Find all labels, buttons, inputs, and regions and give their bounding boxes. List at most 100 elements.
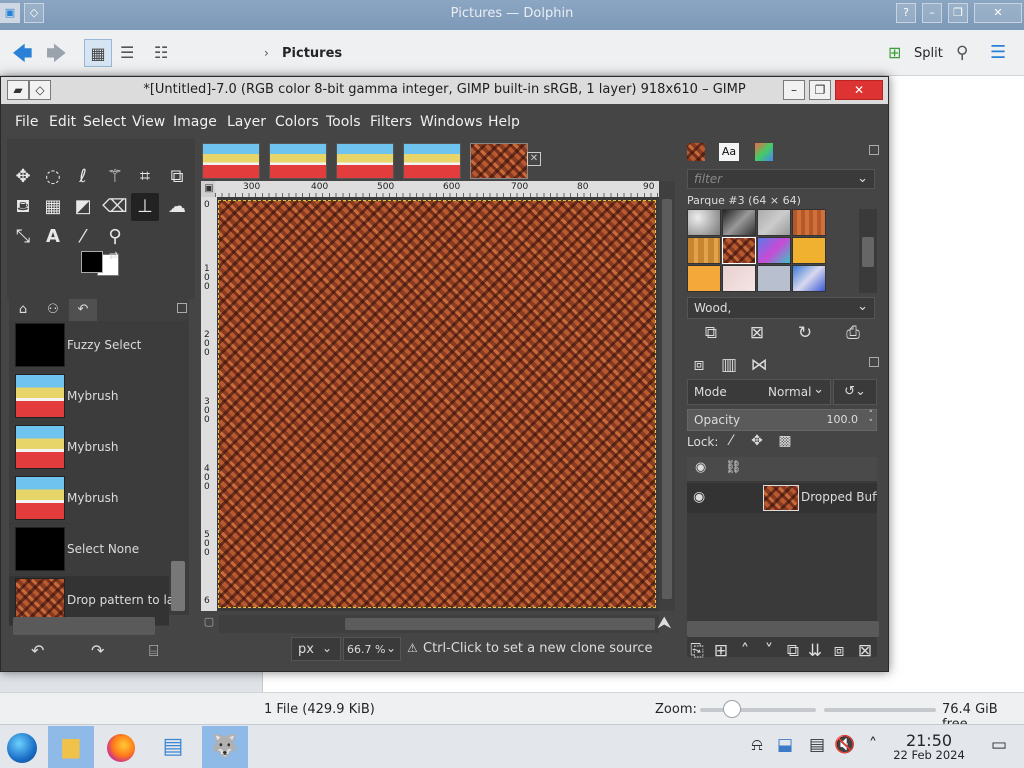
pattern-swatch[interactable] — [792, 209, 826, 236]
undo-item[interactable]: Mybrush — [9, 372, 169, 422]
layer-mask-icon[interactable]: ⧈ — [827, 641, 851, 661]
pattern-scrollbar[interactable] — [862, 237, 874, 267]
breadcrumb[interactable]: Pictures — [282, 46, 342, 61]
split-icon[interactable]: ⊞ — [888, 39, 901, 67]
raise-layer-icon[interactable]: ˄ — [733, 641, 757, 661]
help-icon[interactable]: ? — [896, 3, 916, 23]
quick-mask-icon[interactable]: ▢ — [201, 615, 217, 631]
eye-icon[interactable]: ◉ — [693, 489, 705, 505]
paintbrush-tool-icon[interactable]: ◩ — [69, 193, 97, 221]
undo-icon[interactable]: ↶ — [31, 641, 44, 660]
pattern-swatch-selected[interactable] — [722, 237, 756, 264]
start-menu-icon[interactable] — [0, 726, 46, 768]
pattern-swatch[interactable] — [687, 265, 721, 292]
minimize-icon[interactable]: – — [922, 3, 942, 23]
new-layer-group-icon[interactable]: ⊞ — [709, 641, 733, 661]
warp-transform-icon[interactable]: ⧉ — [163, 163, 191, 191]
search-icon[interactable]: ⚲ — [956, 39, 968, 67]
canvas-vscrollbar[interactable] — [662, 199, 672, 599]
pattern-edit-icon[interactable]: ⧉ — [699, 323, 723, 343]
pattern-swatch[interactable] — [792, 265, 826, 292]
zoom-select[interactable]: 66.7 % ⌄ — [343, 637, 401, 661]
dock-menu-icon[interactable] — [177, 303, 187, 313]
layer-mode-select[interactable]: Mode Normal ⌄ — [687, 379, 831, 405]
menu-filters[interactable]: Filters — [370, 114, 412, 130]
rect-select-tool-icon[interactable]: ◌ — [39, 163, 67, 191]
zoom-slider[interactable] — [700, 708, 816, 712]
clock-date[interactable]: 22 Feb 2024 — [888, 748, 970, 762]
volume-muted-icon[interactable]: 🔇 — [834, 735, 856, 755]
lower-layer-icon[interactable]: ˅ — [757, 641, 781, 661]
device-status-tab-icon[interactable]: ⚇ — [39, 299, 67, 321]
pattern-open-icon[interactable]: ⎙ — [841, 323, 865, 343]
image-tab-thumbnail[interactable] — [403, 143, 461, 179]
patterns-tab-icon[interactable] — [687, 143, 705, 161]
tool-options-tab-icon[interactable]: ⌂ — [9, 299, 37, 321]
lock-position-icon[interactable]: ✥ — [745, 433, 769, 449]
pattern-swatch[interactable] — [792, 237, 826, 264]
opacity-slider[interactable]: Opacity 100.0 ˄ ˅ — [687, 409, 877, 431]
menu-windows[interactable]: Windows — [420, 114, 483, 130]
pattern-swatch[interactable] — [722, 209, 756, 236]
image-canvas[interactable] — [218, 200, 656, 608]
canvas-hscrollbar[interactable] — [345, 618, 655, 630]
undo-item[interactable]: Fuzzy Select — [9, 321, 169, 371]
pattern-refresh-icon[interactable]: ↻ — [793, 323, 817, 343]
zoom-slider-handle[interactable] — [723, 700, 741, 718]
new-layer-icon[interactable]: ⎘ — [685, 641, 709, 661]
pattern-swatch[interactable] — [687, 209, 721, 236]
layer-mode-reset-icon[interactable]: ↺⌄ — [833, 379, 877, 405]
menu-help[interactable]: Help — [488, 114, 520, 130]
image-tab-thumbnail[interactable] — [269, 143, 327, 179]
duplicate-layer-icon[interactable]: ⧉ — [781, 641, 805, 661]
undo-item[interactable]: Mybrush — [9, 423, 169, 473]
undo-item[interactable]: Mybrush — [9, 474, 169, 524]
foreground-color-swatch[interactable] — [81, 251, 103, 273]
updates-icon[interactable]: ⬓ — [774, 735, 796, 755]
color-picker-tool-icon[interactable]: ⁄ — [69, 223, 97, 251]
hamburger-menu-icon[interactable]: ☰ — [990, 39, 1006, 67]
gradient-tool-icon[interactable]: ▦ — [39, 193, 67, 221]
zoom-tool-icon[interactable]: ⚲ — [101, 223, 129, 251]
redo-icon[interactable]: ↷ — [91, 641, 104, 660]
menu-colors[interactable]: Colors — [275, 114, 319, 130]
image-tab-active-thumbnail[interactable] — [470, 143, 528, 179]
layer-name[interactable]: Dropped Buffe — [801, 490, 877, 504]
layers-hscrollbar[interactable] — [687, 621, 879, 637]
lock-alpha-icon[interactable]: ▩ — [773, 433, 797, 449]
back-icon[interactable]: 🡄 — [12, 39, 33, 67]
show-hidden-tray-icon[interactable]: ˄ — [862, 735, 884, 755]
unit-select[interactable]: px ⌄ — [291, 637, 341, 661]
minimize-icon[interactable]: – — [783, 80, 805, 100]
undo-hscrollbar[interactable] — [13, 617, 155, 635]
paths-tool-icon[interactable]: ⤡ — [9, 223, 37, 251]
system-settings-task-icon[interactable]: ▤ — [150, 726, 196, 768]
canvas-area[interactable] — [217, 197, 659, 611]
image-tab-thumbnail[interactable] — [336, 143, 394, 179]
move-tool-icon[interactable]: ✥ — [9, 163, 37, 191]
menu-layer[interactable]: Layer — [227, 114, 266, 130]
lock-pixels-icon[interactable]: ⁄ — [719, 433, 743, 449]
close-icon[interactable]: ✕ — [835, 80, 883, 100]
gimp-task-icon[interactable]: 🐺 — [202, 726, 248, 768]
bucket-fill-tool-icon[interactable]: ⛾ — [9, 193, 37, 221]
fonts-tab-icon[interactable]: Aa — [719, 143, 739, 161]
menu-tools[interactable]: Tools — [326, 114, 361, 130]
close-icon[interactable]: ✕ — [974, 3, 1022, 23]
notifications-icon[interactable]: ⍾ — [746, 735, 768, 755]
undo-history-tab-icon[interactable]: ↶ — [69, 299, 97, 321]
pattern-swatch[interactable] — [757, 237, 791, 264]
clipboard-icon[interactable]: ▤ — [806, 735, 828, 755]
compact-view-icon[interactable]: ☰ — [120, 39, 134, 67]
forward-icon[interactable]: 🡆 — [46, 39, 67, 67]
layer-row[interactable]: ◉ Dropped Buffe — [687, 483, 877, 513]
pattern-tag-input[interactable]: Wood, ⌄ — [687, 297, 875, 319]
anchor-layer-icon[interactable]: ⇊ — [803, 641, 827, 661]
menu-file[interactable]: File — [15, 114, 38, 130]
navigate-icon[interactable]: ⮝ — [657, 613, 671, 633]
lasso-tool-icon[interactable]: ℓ — [69, 163, 97, 191]
dolphin-task-icon[interactable]: ▆ — [48, 726, 94, 768]
pattern-filter-input[interactable]: filter ⌄ — [687, 169, 875, 189]
menu-view[interactable]: View — [132, 114, 165, 130]
menu-edit[interactable]: Edit — [49, 114, 76, 130]
